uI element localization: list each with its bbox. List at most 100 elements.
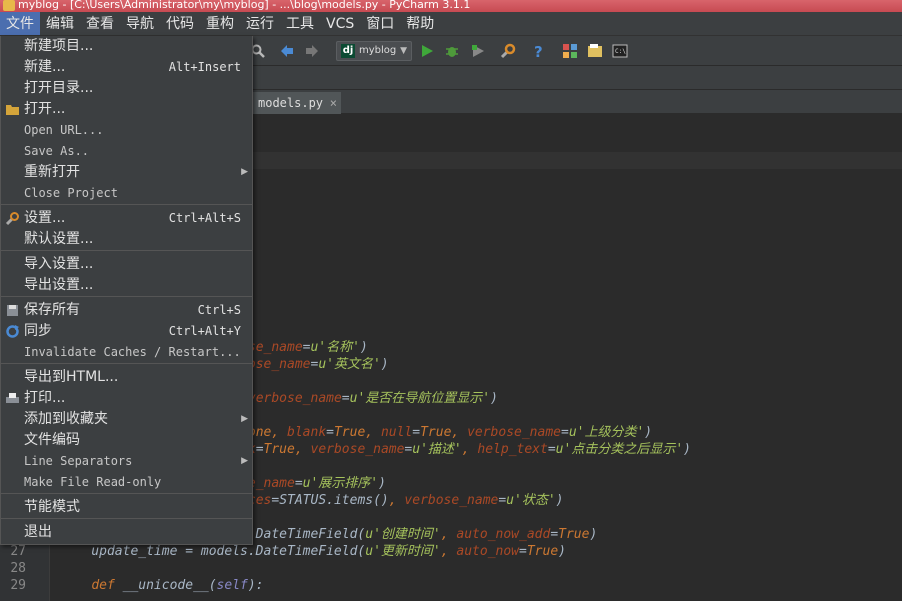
run-icon[interactable] — [419, 43, 435, 59]
menu-item[interactable]: 工具 — [280, 12, 320, 35]
code-token: True — [558, 527, 590, 542]
file-menu-item[interactable]: Open URL... — [1, 120, 252, 141]
file-menu-item-label: 默认设置... — [24, 231, 94, 247]
file-menu-item[interactable]: 默认设置... — [1, 229, 252, 250]
code-token: = — [341, 391, 350, 406]
terminal-icon[interactable]: C:\ — [612, 43, 628, 59]
menu-item[interactable]: 查看 — [80, 12, 120, 35]
code-token: = — [326, 425, 334, 440]
file-menu-item[interactable]: 重新打开 ▶ — [1, 162, 252, 183]
close-tab-icon[interactable]: × — [330, 92, 337, 114]
menu-separator — [1, 296, 252, 297]
file-menu-item[interactable]: Line Separators ▶ — [1, 451, 252, 472]
submenu-arrow-icon: ▶ — [241, 167, 248, 177]
code-token: u'更新时间' — [365, 544, 441, 559]
file-menu-item[interactable]: 保存所有 Ctrl+S — [1, 300, 252, 321]
line-number: 29 — [10, 578, 26, 593]
file-menu-item-label: 保存所有 — [24, 302, 80, 318]
file-menu-item-label: 重新打开 — [24, 164, 80, 180]
menu-item[interactable]: 窗口 — [360, 12, 400, 35]
file-menu-item-label: 打开... — [24, 101, 66, 117]
code-token: auto_now_add — [456, 527, 551, 542]
code-token: ) — [380, 357, 389, 372]
menu-item[interactable]: 文件 — [0, 12, 40, 35]
file-menu-item[interactable]: 导出到HTML... — [1, 367, 252, 388]
code-token: update_time = models.DateTimeField( — [60, 544, 366, 559]
file-menu-item-label: Open URL... — [24, 123, 104, 137]
file-menu-item[interactable]: 新建项目... — [1, 36, 252, 57]
file-menu-item[interactable]: Save As.. — [1, 141, 252, 162]
file-menu-item-label: 退出 — [24, 524, 52, 540]
code-token: verbose_name — [247, 391, 342, 406]
file-menu-item[interactable]: 打开... — [1, 99, 252, 120]
file-menu-item[interactable]: Make File Read-only — [1, 472, 252, 493]
code-token: True — [420, 425, 452, 440]
file-menu-item-shortcut: Ctrl+Alt+Y — [168, 324, 241, 338]
file-menu-item[interactable]: 同步 Ctrl+Alt+Y — [1, 321, 252, 342]
back-icon[interactable] — [279, 43, 295, 59]
code-token: STATUS.items() — [279, 493, 389, 508]
django-icon: dj — [341, 44, 355, 58]
code-text: update_time = models.DateTimeField(u'更新时… — [60, 543, 566, 560]
file-menu-item[interactable]: 设置... Ctrl+Alt+S — [1, 208, 252, 229]
menu-item[interactable]: 编辑 — [40, 12, 80, 35]
file-menu-item[interactable]: 打印... — [1, 388, 252, 409]
menu-item[interactable]: 导航 — [120, 12, 160, 35]
file-menu-item[interactable]: 节能模式 — [1, 497, 252, 518]
file-menu-item[interactable]: 新建... Alt+Insert — [1, 57, 252, 78]
code-token: , — [294, 442, 311, 457]
tab-models-py[interactable]: models.py × — [253, 92, 341, 114]
settings-icon[interactable] — [500, 43, 516, 59]
code-token: = — [271, 493, 280, 508]
menu-separator — [1, 250, 252, 251]
code-token: , — [271, 425, 288, 440]
file-menu-item-shortcut: Ctrl+S — [197, 303, 241, 317]
tasks-icon[interactable] — [587, 43, 603, 59]
code-token: True — [333, 425, 366, 440]
file-menu-item-label: 新建项目... — [24, 38, 94, 54]
folder-icon — [5, 102, 20, 117]
code-token: ) — [359, 340, 368, 355]
menu-item[interactable]: VCS — [320, 12, 360, 35]
menu-separator — [1, 204, 252, 205]
code-token: ) — [490, 391, 498, 406]
code-token: , — [461, 442, 478, 457]
save-icon — [5, 303, 20, 318]
code-token: = — [519, 544, 527, 559]
file-menu-item-shortcut: Ctrl+Alt+S — [168, 211, 241, 225]
pycharm-app-icon — [3, 0, 15, 11]
forward-icon[interactable] — [304, 43, 320, 59]
code-line: 27 update_time = models.DateTimeField(u'… — [0, 543, 902, 560]
file-menu-item-label: Line Separators — [24, 454, 133, 468]
file-menu-item[interactable]: Invalidate Caches / Restart... — [1, 342, 252, 363]
code-token: null — [380, 425, 413, 440]
file-menu-item[interactable]: 导入设置... — [1, 254, 252, 275]
code-token: verbose_name — [467, 425, 561, 440]
code-token: ) — [558, 544, 566, 559]
menu-item[interactable]: 代码 — [160, 12, 200, 35]
help-icon[interactable]: ? — [531, 43, 547, 59]
structure-icon[interactable] — [562, 43, 578, 59]
menu-item[interactable]: 重构 — [200, 12, 240, 35]
title-bar: myblog - [C:\Users\Administrator\my\mybl… — [0, 0, 902, 12]
file-menu-item-label: Close Project — [24, 186, 118, 200]
code-line: 28 — [0, 560, 902, 577]
file-menu-item[interactable]: 退出 — [1, 522, 252, 543]
run-configuration-select[interactable]: dj myblog ▼ — [336, 41, 412, 61]
file-menu-item[interactable]: 添加到收藏夹 ▶ — [1, 409, 252, 430]
code-token: , — [440, 527, 457, 542]
file-menu-item-label: 添加到收藏夹 — [24, 411, 108, 427]
tab-label: models.py — [258, 96, 324, 110]
file-menu-item[interactable]: Close Project — [1, 183, 252, 204]
print-icon — [5, 391, 20, 406]
menu-item[interactable]: 帮助 — [400, 12, 440, 35]
menu-item[interactable]: 运行 — [240, 12, 280, 35]
file-menu-item[interactable]: 文件编码 — [1, 430, 252, 451]
code-token: ) — [644, 425, 653, 440]
code-token: = — [412, 425, 421, 440]
file-menu-item[interactable]: 打开目录... — [1, 78, 252, 99]
file-menu-item[interactable]: 导出设置... — [1, 275, 252, 296]
coverage-icon[interactable] — [470, 43, 486, 59]
debug-icon[interactable] — [444, 43, 460, 59]
file-menu-item-label: 打开目录... — [24, 80, 94, 96]
